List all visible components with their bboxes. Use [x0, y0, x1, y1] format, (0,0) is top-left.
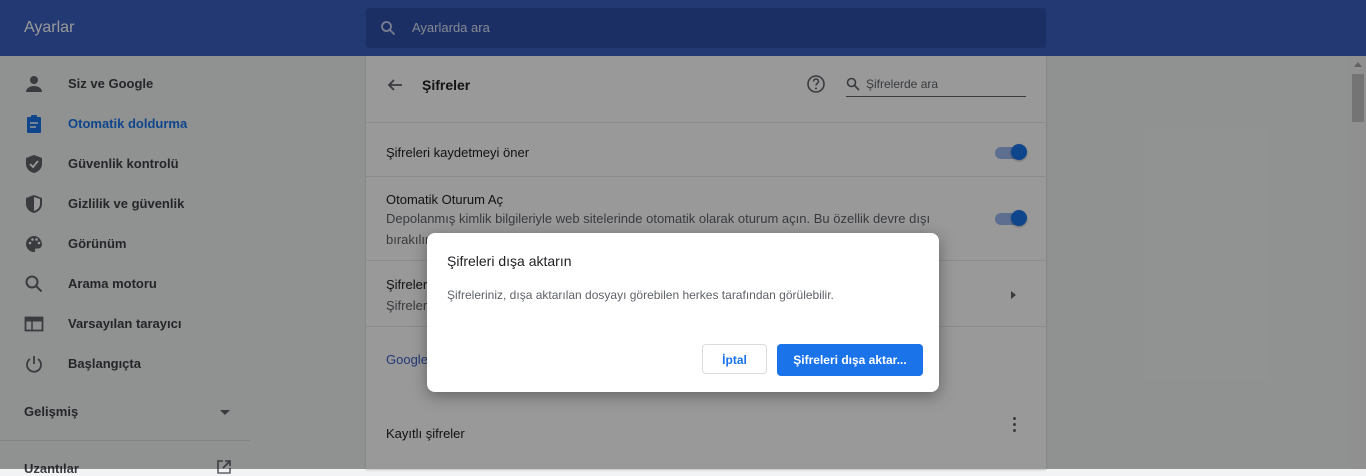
cancel-button[interactable]: İptal [702, 344, 767, 374]
export-passwords-dialog: Şifreleri dışa aktarın Şifreleriniz, dış… [427, 233, 939, 392]
dialog-title: Şifreleri dışa aktarın [447, 253, 572, 269]
dialog-body: Şifreleriniz, dışa aktarılan dosyayı gör… [447, 288, 834, 302]
export-passwords-button[interactable]: Şifreleri dışa aktar... [777, 344, 923, 376]
